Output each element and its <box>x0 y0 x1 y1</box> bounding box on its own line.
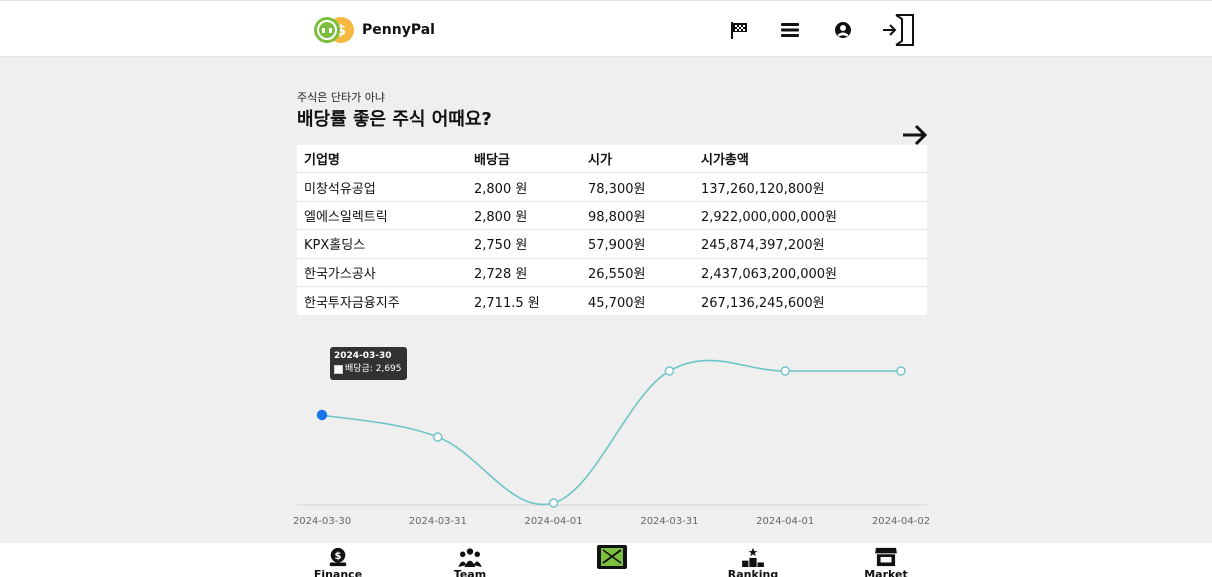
nav-team[interactable]: Team <box>430 547 510 577</box>
table-row[interactable]: KPX홀딩스 2,750 원 57,900원 245,874,397,200원 <box>297 230 927 259</box>
tooltip-value: 배당금: 2,695 <box>345 364 402 374</box>
cell-dividend: 2,800 원 <box>474 209 528 225</box>
cell-dividend: 2,750 원 <box>474 238 528 254</box>
nav-ranking[interactable]: Ranking <box>713 547 793 577</box>
series-line <box>321 359 901 506</box>
cell-dividend: 2,711.5 원 <box>474 295 540 311</box>
chart-tooltip: 2024-03-30 배당금: 2,695 <box>330 347 407 380</box>
data-point[interactable] <box>896 366 906 376</box>
cell-market-cap: 245,874,397,200원 <box>701 238 825 254</box>
table-row[interactable]: 미창석유공업 2,800 원 78,300원 137,260,120,800원 <box>297 173 927 202</box>
column-header-market-cap: 시가총액 <box>701 153 749 169</box>
menu-icon[interactable] <box>777 17 803 43</box>
table-row[interactable]: 한국투자금융지주 2,711.5 원 45,700원 267,136,245,6… <box>297 287 927 315</box>
logout-icon[interactable] <box>880 13 916 47</box>
cell-company: 미창석유공업 <box>304 181 376 197</box>
legend-swatch <box>334 365 343 374</box>
nav-game[interactable] <box>572 543 652 577</box>
data-point[interactable] <box>548 498 559 508</box>
x-tick-label: 2024-04-02 <box>872 516 930 527</box>
data-point[interactable] <box>780 366 790 376</box>
column-header-dividend: 배당금 <box>474 153 510 169</box>
cell-dividend: 2,800 원 <box>474 181 528 197</box>
nav-label: Team <box>453 568 487 577</box>
top-navbar: $ PennyPal <box>0 0 1212 57</box>
tooltip-date: 2024-03-30 <box>334 351 392 361</box>
team-icon <box>458 548 482 567</box>
cell-price: 57,900원 <box>588 238 646 254</box>
flag-icon[interactable] <box>726 17 752 43</box>
cell-price: 45,700원 <box>588 295 646 311</box>
nav-market[interactable]: Market <box>846 547 926 577</box>
cell-company: 엘에스일렉트릭 <box>304 209 388 225</box>
app-name: PennyPal <box>362 22 435 38</box>
section-subtitle: 주식은 단타가 아냐 <box>297 91 385 104</box>
svg-text:$: $ <box>335 551 342 562</box>
table-row[interactable]: 한국가스공사 2,728 원 26,550원 2,437,063,200,000… <box>297 259 927 287</box>
cell-price: 26,550원 <box>588 266 646 282</box>
cell-market-cap: 137,260,120,800원 <box>701 181 825 197</box>
nav-label: Market <box>864 568 908 577</box>
app-logo[interactable]: $ PennyPal <box>312 14 435 46</box>
game-icon <box>597 545 627 569</box>
cell-company: 한국투자금융지주 <box>304 295 400 311</box>
data-point[interactable] <box>433 432 443 442</box>
nav-finance[interactable]: $ Finance <box>298 547 378 577</box>
nav-label: Ranking <box>727 568 779 577</box>
x-tick-label: 2024-03-31 <box>640 516 698 527</box>
dividend-table: 기업명 배당금 시가 시가총액 미창석유공업 2,800 원 78,300원 1… <box>297 145 927 316</box>
section-title: 배당률 좋은 주식 어때요? <box>297 109 492 130</box>
tooltip-value-row: 배당금: 2,695 <box>334 363 403 376</box>
money-bag-icon: $ <box>329 547 347 567</box>
table-row[interactable]: 엘에스일렉트릭 2,800 원 98,800원 2,922,000,000,00… <box>297 202 927 231</box>
podium-icon <box>742 547 764 567</box>
store-icon <box>875 547 897 567</box>
cell-company: 한국가스공사 <box>304 266 376 282</box>
cell-market-cap: 2,922,000,000,000원 <box>701 209 838 225</box>
cell-company: KPX홀딩스 <box>304 238 366 254</box>
data-point[interactable] <box>664 366 675 376</box>
x-tick-label: 2024-03-30 <box>293 516 351 527</box>
column-header-company: 기업명 <box>304 153 340 169</box>
user-icon[interactable] <box>830 17 856 43</box>
x-tick-label: 2024-03-31 <box>409 516 467 527</box>
nav-label: Finance <box>313 568 363 577</box>
pennypal-logo-icon: $ <box>312 14 356 46</box>
cell-dividend: 2,728 원 <box>474 266 528 282</box>
main-content: 주식은 단타가 아냐 배당률 좋은 주식 어때요? 기업명 배당금 시가 시가총… <box>0 57 1212 543</box>
cell-market-cap: 2,437,063,200,000원 <box>701 266 838 282</box>
table-header: 기업명 배당금 시가 시가총액 <box>297 145 927 174</box>
cell-market-cap: 267,136,245,600원 <box>701 295 825 311</box>
bottom-navbar: $ Finance Team Ranking Market <box>0 543 1212 577</box>
x-tick-label: 2024-04-01 <box>756 516 814 527</box>
cell-price: 78,300원 <box>588 181 646 197</box>
data-point[interactable] <box>316 409 328 421</box>
x-tick-label: 2024-04-01 <box>525 516 583 527</box>
cell-price: 98,800원 <box>588 209 646 225</box>
column-header-price: 시가 <box>588 153 612 169</box>
